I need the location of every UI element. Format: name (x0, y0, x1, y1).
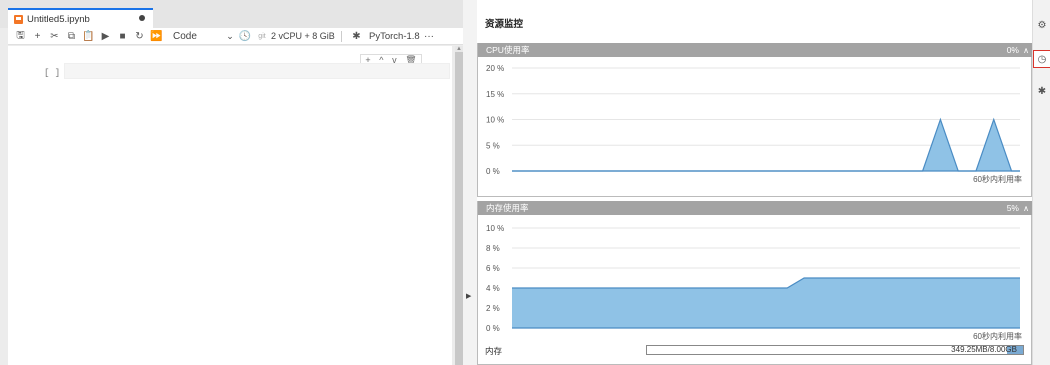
memory-section-header[interactable]: 内存使用率 5% ∧ (478, 201, 1033, 215)
kernel-name[interactable]: PyTorch-1.8 (369, 31, 421, 42)
panel-title: 资源监控 (485, 19, 524, 30)
cpu-value: 0% (1006, 45, 1019, 55)
y-tick-label: 6 % (486, 264, 500, 273)
cell-prompt: [ ] (44, 68, 61, 78)
tab-bar: Untitled5.ipynb (0, 0, 467, 28)
y-tick-label: 4 % (486, 284, 500, 293)
stop-icon[interactable]: ■ (114, 31, 131, 42)
collapse-arrow-icon[interactable]: ▶ (466, 292, 471, 300)
cpu-header-label: CPU使用率 (486, 45, 530, 55)
collapse-up-icon[interactable]: ∧ (1023, 204, 1029, 213)
debugger-icon[interactable]: ✱ (1033, 82, 1050, 100)
add-cell-icon[interactable]: + (29, 31, 46, 42)
area-fill (512, 278, 1020, 328)
chart-caption: 60秒内利用率 (973, 174, 1022, 184)
scrollbar[interactable] (455, 46, 463, 365)
settings-icon[interactable]: ⚙ (1033, 16, 1050, 34)
scroll-up-icon[interactable]: ▲ (455, 46, 463, 52)
more-icon[interactable]: ··· (421, 31, 437, 42)
tab-title: Untitled5.ipynb (27, 13, 90, 25)
memory-usage-text: 349.25MB/8.00GB (951, 345, 1017, 354)
memory-row-label: 内存 (485, 346, 503, 356)
y-tick-label: 20 % (486, 64, 504, 73)
memory-header-label: 内存使用率 (486, 203, 529, 213)
app-root: Untitled5.ipynb 🖫 + ✂ ⧉ 📋 ▶ ■ ↻ ⏩ Code ⌄… (0, 0, 1050, 365)
y-tick-label: 0 % (486, 167, 500, 176)
y-tick-label: 10 % (486, 116, 504, 125)
chart-caption: 60秒内利用率 (973, 331, 1022, 341)
cpu-section: CPU使用率 0% ∧ 20 % 15 % 10 % 5 % 0 % 60秒内利用率 (477, 43, 1033, 197)
memory-progress-bar: 349.25MB/8.00GB (646, 345, 1024, 355)
toolbar-divider (341, 30, 342, 42)
right-sidebar: ⚙ ◷ ✱ (1032, 0, 1050, 365)
resource-monitor-icon[interactable]: ◷ (1033, 50, 1050, 68)
unsaved-dot-icon[interactable] (139, 15, 145, 21)
collapse-up-icon[interactable]: ∧ (1023, 46, 1029, 55)
y-tick-label: 0 % (486, 324, 500, 333)
notebook-pane: Untitled5.ipynb 🖫 + ✂ ⧉ 📋 ▶ ■ ↻ ⏩ Code ⌄… (0, 0, 467, 365)
save-icon[interactable]: 🖫 (12, 28, 29, 45)
paste-icon[interactable]: 📋 (80, 31, 97, 42)
memory-value: 5% (1006, 203, 1019, 213)
resource-monitor-panel: 资源监控 CPU使用率 0% ∧ 20 % 15 % 10 % 5 % 0 % 60秒内利… (477, 0, 1033, 365)
y-tick-label: 10 % (486, 224, 504, 233)
cpu-chart: 20 % 15 % 10 % 5 % 0 % 60秒内利用率 (486, 64, 1022, 184)
y-tick-label: 2 % (486, 304, 500, 313)
cut-icon[interactable]: ✂ (46, 31, 63, 42)
cell-area: + ^ v 🗑 [ ] (8, 46, 452, 365)
chevron-down-icon[interactable]: ⌄ (223, 31, 237, 42)
bug-icon[interactable]: ✱ (348, 31, 365, 42)
memory-section: 内存使用率 5% ∧ 10 % 8 % 6 % 4 % 2 % 0 % 60秒内利用率 (477, 201, 1033, 365)
code-cell-input[interactable] (64, 63, 450, 79)
clock-icon[interactable]: 🕓 (237, 31, 253, 42)
memory-chart: 10 % 8 % 6 % 4 % 2 % 0 % 60秒内利用率 (486, 224, 1022, 341)
notebook-toolbar: 🖫 + ✂ ⧉ 📋 ▶ ■ ↻ ⏩ Code ⌄ 🕓 git 2 vCPU + … (8, 28, 467, 45)
tab-notebook[interactable]: Untitled5.ipynb (8, 8, 153, 28)
copy-icon[interactable]: ⧉ (63, 31, 80, 42)
cpu-section-header[interactable]: CPU使用率 0% ∧ (478, 43, 1033, 57)
panel-splitter[interactable] (463, 0, 477, 365)
cell-type-select[interactable]: Code (173, 31, 223, 42)
y-tick-label: 8 % (486, 244, 500, 253)
run-icon[interactable]: ▶ (97, 31, 114, 42)
notebook-icon (14, 14, 23, 24)
y-tick-label: 5 % (486, 141, 500, 150)
resources-label: 2 vCPU + 8 GiB (271, 31, 335, 41)
git-label[interactable]: git (253, 33, 271, 40)
memory-usage-row: 内存 349.25MB/8.00GB (485, 344, 1025, 358)
run-all-icon[interactable]: ⏩ (148, 31, 165, 42)
restart-icon[interactable]: ↻ (131, 31, 148, 42)
y-tick-label: 15 % (486, 90, 504, 99)
